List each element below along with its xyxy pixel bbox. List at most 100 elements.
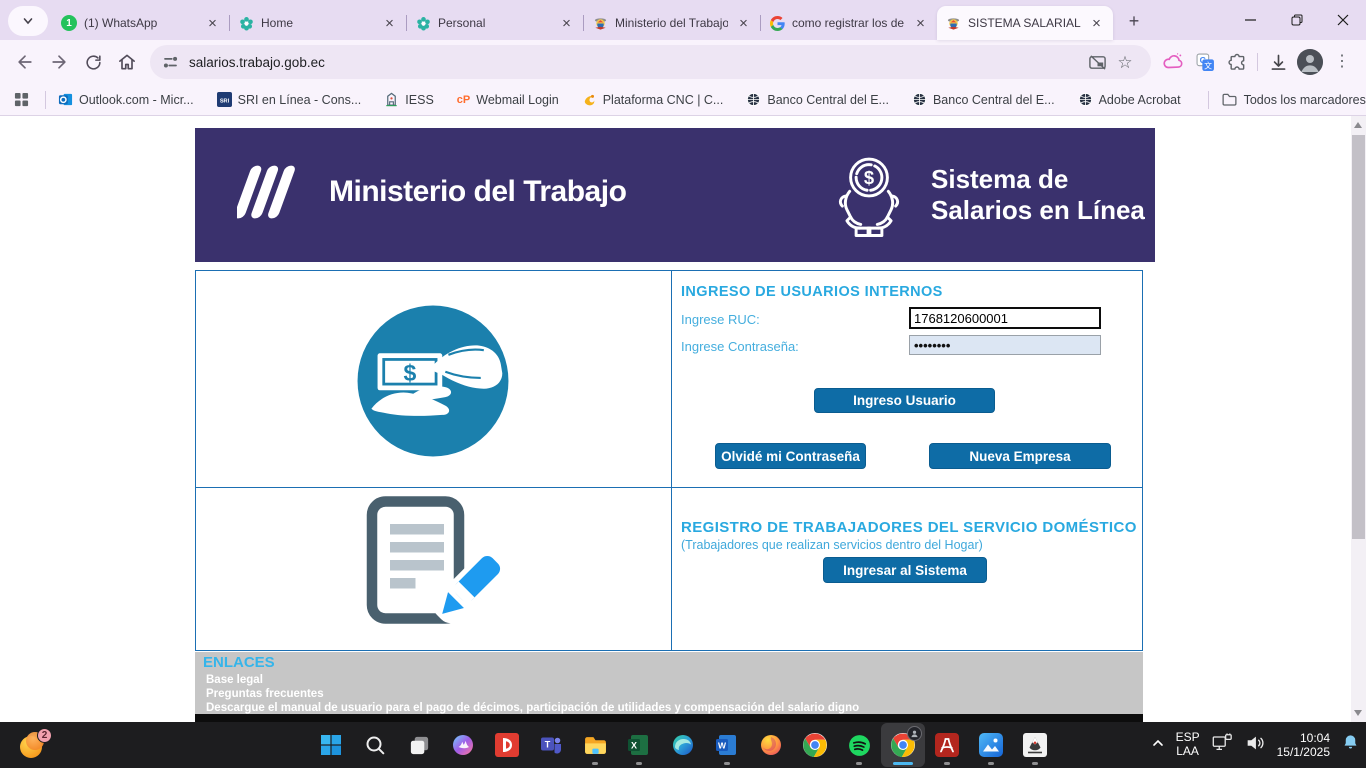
scroll-down-arrow-icon[interactable] [1354, 710, 1362, 716]
svg-text:$: $ [403, 360, 416, 386]
maximize-restore-button[interactable] [1274, 0, 1320, 40]
tab-google-search[interactable]: como registrar los de × [761, 6, 937, 40]
new-tab-button[interactable]: + [1120, 7, 1148, 35]
nitro-pdf-button[interactable] [485, 723, 529, 767]
home-button[interactable] [110, 45, 144, 79]
minimize-button[interactable] [1228, 0, 1274, 40]
tab-home[interactable]: Home × [230, 6, 406, 40]
bookmark-webmail[interactable]: cP Webmail Login [457, 93, 559, 107]
tab-whatsapp[interactable]: 1 (1) WhatsApp × [53, 6, 229, 40]
login-button[interactable]: Ingreso Usuario [814, 388, 995, 413]
tab-close-icon[interactable]: × [204, 15, 221, 32]
link-preguntas-frecuentes[interactable]: Preguntas frecuentes [206, 688, 324, 700]
spotify-button[interactable] [837, 723, 881, 767]
tray-chevron-button[interactable] [1151, 736, 1165, 755]
profile-avatar[interactable] [1294, 46, 1326, 78]
tab-ministerio[interactable]: Ministerio del Trabajo × [584, 6, 760, 40]
document-pencil-icon [351, 494, 501, 644]
puzzle-icon [1227, 52, 1247, 72]
ministry-logo: Ministerio del Trabajo [237, 162, 626, 222]
clock[interactable]: 10:04 15/1/2025 [1277, 731, 1330, 760]
all-bookmarks-button[interactable]: Todos los marcadores [1221, 91, 1366, 108]
tab-label: como registrar los de [792, 16, 905, 30]
url-text[interactable]: salarios.trabajo.gob.ec [189, 55, 1083, 70]
bookmark-cnc[interactable]: Plataforma CNC | C... [582, 92, 724, 107]
bookmark-banco-central-2[interactable]: Banco Central del E... [912, 92, 1055, 107]
teams-button[interactable]: T [529, 723, 573, 767]
system-name-line1: Sistema de [931, 164, 1145, 195]
copilot-button[interactable] [441, 723, 485, 767]
firefox-button[interactable] [749, 723, 793, 767]
ecuador-crest-icon [592, 15, 608, 31]
browser-toolbar: salarios.trabajo.gob.ec ☆ G文 ⋮ [0, 40, 1366, 84]
extensions-button[interactable] [1221, 46, 1253, 78]
bookmark-adobe-acrobat[interactable]: Adobe Acrobat [1078, 92, 1181, 107]
volume-icon [1244, 732, 1266, 754]
bookmark-iess[interactable]: IESS [384, 92, 434, 107]
apps-grid-button[interactable] [14, 92, 29, 107]
forgot-password-button[interactable]: Olvidé mi Contraseña [715, 443, 866, 469]
task-view-button[interactable] [397, 723, 441, 767]
search-icon [363, 733, 387, 757]
bookmark-label: SRI en Línea - Cons... [238, 93, 362, 107]
search-button[interactable] [353, 723, 397, 767]
word-button[interactable]: W [705, 723, 749, 767]
password-input[interactable] [909, 335, 1101, 355]
ruc-input[interactable] [909, 307, 1101, 329]
address-bar[interactable]: salarios.trabajo.gob.ec ☆ [150, 45, 1151, 79]
bookmark-star-button[interactable]: ☆ [1111, 48, 1139, 76]
tab-personal[interactable]: Personal × [407, 6, 583, 40]
bookmark-sri[interactable]: SRI SRI en Línea - Cons... [217, 92, 362, 107]
browser-menu-button[interactable]: ⋮ [1326, 46, 1358, 78]
enter-system-button[interactable]: Ingresar al Sistema [823, 557, 987, 583]
main-panel: $ INGRESO DE USUARIOS INTERNOS Ingrese R… [195, 270, 1143, 651]
link-manual-usuario[interactable]: Descargue el manual de usuario para el p… [206, 702, 859, 714]
close-button[interactable] [1320, 0, 1366, 40]
scrollbar-thumb[interactable] [1352, 135, 1365, 539]
tab-close-icon[interactable]: × [1088, 15, 1105, 32]
new-company-button[interactable]: Nueva Empresa [929, 443, 1111, 469]
acrobat-button[interactable] [925, 723, 969, 767]
language-line2: LAA [1176, 745, 1200, 759]
tab-close-icon[interactable]: × [735, 15, 752, 32]
bookmark-outlook[interactable]: Outlook.com - Micr... [58, 92, 194, 107]
excel-button[interactable]: X [617, 723, 661, 767]
tab-close-icon[interactable]: × [912, 15, 929, 32]
network-button[interactable] [1211, 732, 1233, 759]
excel-icon: X [627, 733, 651, 757]
bookmark-label: IESS [405, 93, 434, 107]
tab-sistema-salarial-active[interactable]: SISTEMA SALARIAL M × [937, 6, 1113, 40]
internal-login-title: INGRESO DE USUARIOS INTERNOS [681, 284, 943, 300]
notification-bell-button[interactable] [1341, 733, 1360, 757]
chrome-button[interactable] [793, 723, 837, 767]
domestic-registry-title: REGISTRO DE TRABAJADORES DEL SERVICIO DO… [681, 519, 1137, 536]
ai-cloud-extension-button[interactable] [1157, 46, 1189, 78]
photos-button[interactable] [969, 723, 1013, 767]
language-indicator[interactable]: ESP LAA [1176, 731, 1200, 759]
site-settings-icon[interactable] [162, 54, 179, 71]
bookmark-banco-central-1[interactable]: Banco Central del E... [746, 92, 889, 107]
scroll-up-arrow-icon[interactable] [1354, 122, 1362, 128]
downloads-button[interactable] [1262, 46, 1294, 78]
back-button[interactable] [8, 45, 42, 79]
volume-button[interactable] [1244, 732, 1266, 759]
page-scrollbar[interactable] [1351, 116, 1366, 722]
start-button[interactable] [309, 723, 353, 767]
translate-button[interactable]: G文 [1189, 46, 1221, 78]
link-base-legal[interactable]: Base legal [206, 674, 263, 686]
chrome-active-button[interactable] [881, 723, 925, 767]
java-duke-icon [1023, 733, 1047, 757]
reload-button[interactable] [76, 45, 110, 79]
file-explorer-button[interactable] [573, 723, 617, 767]
tab-close-icon[interactable]: × [381, 15, 398, 32]
tab-search-button[interactable] [8, 6, 48, 36]
tab-label: (1) WhatsApp [84, 16, 197, 30]
close-icon [1337, 14, 1349, 26]
edge-button[interactable] [661, 723, 705, 767]
forward-button[interactable] [42, 45, 76, 79]
home-icon [117, 52, 137, 72]
picture-in-picture-blocked-button[interactable] [1083, 48, 1111, 76]
tab-close-icon[interactable]: × [558, 15, 575, 32]
java-app-button[interactable] [1013, 723, 1057, 767]
widgets-button[interactable]: 2 [18, 730, 52, 760]
